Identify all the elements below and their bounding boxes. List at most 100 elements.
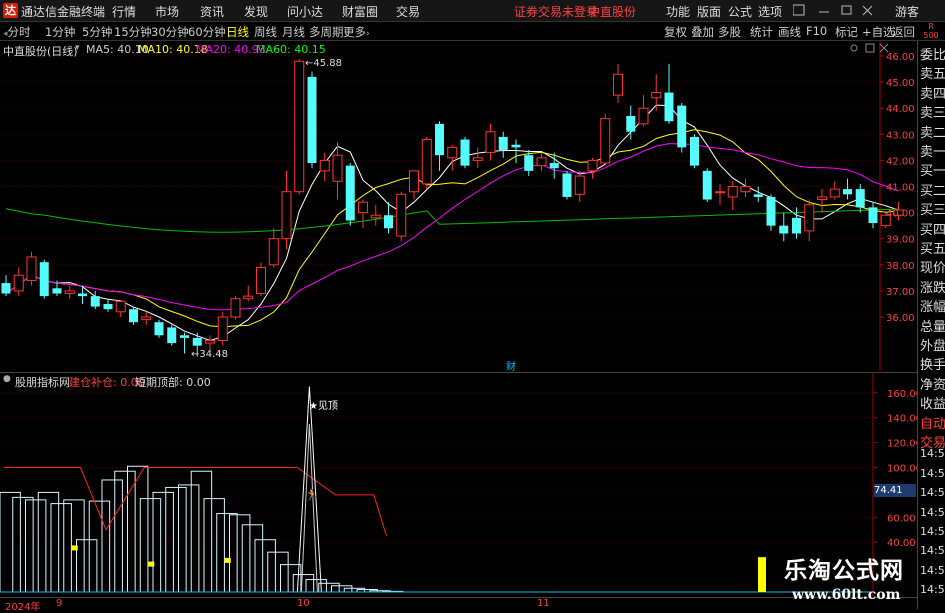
tab-daily[interactable]: 日线 — [226, 24, 249, 40]
indicator-bar-14 — [178, 484, 200, 593]
sidebar-item-11[interactable]: 现价 — [920, 257, 945, 276]
menu-options[interactable]: 选项 — [758, 3, 782, 20]
kline-chart[interactable]: 36.00 37.00 38.00 39.00 40.00 41.00 42.00 43.00… — [0, 41, 917, 371]
tab-30min[interactable]: 30分钟 — [151, 24, 189, 40]
candle-0 — [1, 275, 11, 297]
chevron-down-icon[interactable]: ▾ — [75, 43, 80, 53]
menu-layout[interactable]: 版面 — [697, 3, 721, 20]
sidebar-item-6[interactable]: 买一 — [920, 160, 945, 179]
indicator-bar-8 — [101, 479, 123, 593]
high-price-label: ←45.88 — [305, 58, 343, 69]
top-signal-label: ★见顶 — [309, 401, 338, 412]
price-tick-1: 37.00 — [886, 287, 915, 298]
maximize-icon — [841, 5, 852, 15]
multi-stock-button[interactable]: 多股 — [718, 24, 741, 40]
tab-monthly[interactable]: 月线 — [282, 24, 305, 40]
sidebar-item-4[interactable]: 卖二 — [920, 122, 945, 141]
sidebar-item-13[interactable]: 涨幅 — [920, 296, 945, 315]
sidebar-item-5[interactable]: 卖一 — [920, 141, 945, 160]
sidebar-item-9[interactable]: 买四 — [920, 219, 945, 238]
sidebar-item-25[interactable]: 14:56 — [920, 525, 945, 538]
tab-timeshare[interactable]: ◂分时 — [3, 24, 31, 40]
statistics-button[interactable]: 统计 — [750, 24, 773, 40]
menu-market[interactable]: 市场 — [155, 3, 179, 20]
drawing-button[interactable]: 画线 — [778, 24, 801, 40]
sidebar-item-26[interactable]: 14:56 — [920, 544, 945, 557]
trade-login-status[interactable]: 证券交易未登录 — [514, 3, 598, 20]
menu-news[interactable]: 资讯 — [200, 3, 224, 20]
menu-function[interactable]: 功能 — [666, 3, 690, 20]
sidebar-item-19[interactable]: 自动 — [920, 413, 945, 432]
sub-tick-5: 140.00 — [887, 414, 917, 425]
realtime-status: R 500 — [917, 22, 945, 40]
price-tick-4: 40.00 — [886, 209, 915, 220]
sidebar-item-2[interactable]: 卖四 — [920, 83, 945, 102]
sidebar-item-28[interactable]: 14:56 — [920, 583, 945, 596]
candle-14 — [180, 332, 189, 354]
last-signal-bar — [758, 557, 766, 592]
watermark: 乐淘公式网 www.60lt.com — [784, 551, 916, 609]
sidebar-item-27[interactable]: 14:56 — [920, 564, 945, 577]
indicator-bar-18 — [229, 514, 251, 593]
sidebar-item-24[interactable]: 14:56 — [920, 506, 945, 519]
mark-button[interactable]: 标记 — [835, 24, 858, 40]
price-axis: 36.00 37.00 38.00 39.00 40.00 41.00 42.00 43.00… — [880, 52, 915, 324]
back-button[interactable]: 返回 — [892, 24, 915, 40]
f10-button[interactable]: F10 — [806, 24, 827, 38]
tab-multi-period[interactable]: 多周期 — [309, 24, 344, 40]
sidebar-item-17[interactable]: 净资 — [920, 374, 945, 393]
sidebar-item-23[interactable]: 14:56 — [920, 486, 945, 499]
sub-tick-0: 40.00 — [887, 538, 916, 549]
indicator-bar-20 — [254, 539, 276, 593]
menu-discover[interactable]: 发现 — [244, 3, 268, 20]
buy-mark-2 — [224, 557, 231, 563]
overlay-button[interactable]: 叠加 — [691, 24, 714, 40]
sidebar-item-15[interactable]: 外盘 — [920, 335, 945, 354]
add-watchlist-button[interactable]: +自选 — [862, 24, 895, 40]
tab-more[interactable]: 更多› — [343, 24, 370, 40]
menu-quotes[interactable]: 行情 — [112, 3, 136, 20]
tab-5min[interactable]: 5分钟 — [82, 24, 112, 40]
finance-marker[interactable]: 财 — [506, 358, 516, 373]
runner-icon: 🏃 — [305, 489, 319, 502]
sidebar-item-1[interactable]: 卖五 — [920, 63, 945, 82]
candle-33 — [421, 136, 432, 190]
buy-mark-0 — [71, 545, 78, 551]
sidebar-item-18[interactable]: 收益 — [920, 393, 945, 412]
indicator-bar-23 — [292, 574, 315, 593]
indicator-chart[interactable]: 🏃 40.0060.0080.00100.00120.00140.00160.0… — [0, 372, 917, 597]
tab-60min[interactable]: 60分钟 — [188, 24, 226, 40]
tab-15min[interactable]: 15分钟 — [114, 24, 152, 40]
sidebar-item-7[interactable]: 买二 — [920, 180, 945, 199]
candle-46 — [587, 157, 598, 179]
sidebar-item-3[interactable]: 卖三 — [920, 102, 945, 121]
candle-49 — [626, 105, 636, 140]
sidebar-item-12[interactable]: 涨跌 — [920, 277, 945, 296]
restore-rights-button[interactable]: 复权 — [664, 24, 687, 40]
sidebar-item-16[interactable]: 换手 — [920, 354, 945, 373]
candle-30 — [384, 202, 393, 234]
guest-user[interactable]: 游客 — [895, 3, 919, 20]
menu-ask[interactable]: 问小达 — [287, 3, 323, 20]
indicator-settings-icon[interactable]: ● — [3, 374, 11, 384]
menu-formula[interactable]: 公式 — [728, 3, 752, 20]
sidebar-item-22[interactable]: 14:56 — [920, 467, 945, 480]
sidebar-item-14[interactable]: 总量 — [920, 316, 945, 335]
menu-trade[interactable]: 交易 — [396, 3, 420, 20]
indicator-bar-17 — [216, 513, 238, 593]
tab-1min[interactable]: 1分钟 — [45, 24, 75, 40]
status-number: 500 — [923, 31, 939, 40]
chart-controls[interactable] — [850, 43, 889, 53]
sidebar-item-10[interactable]: 买五 — [920, 238, 945, 257]
sidebar-item-0[interactable]: 委比 — [920, 44, 945, 63]
sidebar-item-8[interactable]: 买三 — [920, 199, 945, 218]
candle-52 — [664, 63, 674, 124]
candle-40 — [511, 139, 521, 164]
candle-12 — [154, 319, 164, 338]
tab-weekly[interactable]: 周线 — [254, 24, 277, 40]
sidebar-item-21[interactable]: 14:56 — [920, 447, 945, 460]
menu-wealth-circle[interactable]: 财富圈 — [342, 3, 378, 20]
window-icon — [865, 43, 875, 53]
candle-11 — [141, 311, 152, 325]
ma-lines — [5, 104, 899, 342]
